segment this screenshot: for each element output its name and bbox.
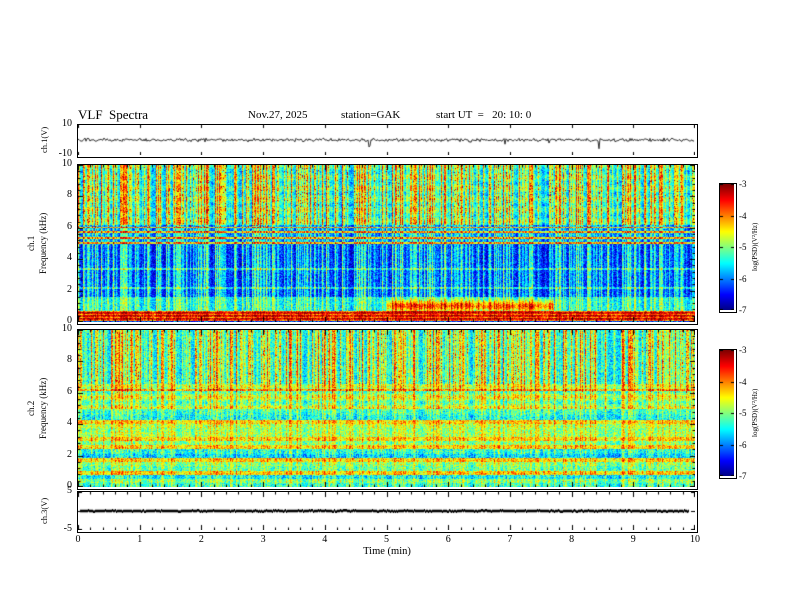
ch1-spectrogram-canvas [78,165,695,322]
xtick-8: 8 [569,534,575,545]
spec1-ytick-6: 6 [67,220,72,232]
ch1-wave-ytick-max: 10 [62,118,72,129]
figure-station: station=GAK [341,109,401,121]
colorbar-1-canvas [720,184,734,310]
spec1-ytick-4: 4 [67,252,72,264]
colorbar-2 [719,349,737,479]
ch3-waveform-canvas [78,492,695,530]
xtick-2: 2 [198,534,204,545]
xtick-1: 1 [137,534,143,545]
xaxis-title: Time (min) [363,546,411,557]
xtick-5: 5 [384,534,389,545]
xtick-7: 7 [507,534,513,545]
spec1-channel-label: ch.1 [26,235,36,252]
ch1-waveform-canvas [78,125,695,155]
cb1-tick--7: -7 [739,305,747,315]
figure-start-ut: start UT = 20: 10: 0 [436,109,532,121]
spec2-ytick-4: 4 [67,417,72,429]
colorbar-2-canvas [720,350,734,476]
spec2-ytick-6: 6 [67,385,72,397]
xtick-6: 6 [445,534,451,545]
cb2-tick--7: -7 [739,471,747,481]
xtick-3: 3 [260,534,266,545]
cb1-tick--5: -5 [739,242,747,252]
cb2-tick--6: -6 [739,439,747,450]
ch3-ytick-max: 5 [67,485,72,496]
vlf-spectra-figure: VLF Spectra Nov.27, 2025 station=GAK sta… [0,0,792,612]
xtick-9: 9 [630,534,636,545]
cb1-tick--4: -4 [739,210,747,221]
xtick-10: 10 [690,534,700,545]
cb1-tick--6: -6 [739,273,747,284]
ch2-spectrogram-canvas [78,330,695,487]
spec1-ytick-2: 2 [67,283,72,295]
spec1-ytick-8: 8 [67,189,72,201]
ch2-spectrogram-panel [77,329,698,490]
figure-date: Nov.27, 2025 [248,109,308,121]
cb2-tick--3: -3 [739,345,747,355]
cb2-tick--4: -4 [739,376,747,387]
spec2-freq-label: Frequency (kHz) [38,377,48,440]
ch1-waveform-panel [77,124,698,158]
colorbar-1 [719,183,737,313]
spec2-ytick-2: 2 [67,448,72,460]
cb1-tick--3: -3 [739,179,747,189]
spec2-channel-label: ch.2 [26,400,36,417]
ch1-spectrogram-panel [77,164,698,325]
xtick-0: 0 [75,534,81,545]
cb2-tick--5: -5 [739,408,747,418]
ch3-waveform-panel [77,491,698,533]
spec1-freq-label: Frequency (kHz) [38,212,48,275]
xtick-4: 4 [322,534,328,545]
ch1-wave-ytick-min: -10 [58,148,72,159]
spec2-ytick-8: 8 [67,354,72,366]
spec2-ytick-10: 10 [62,323,72,334]
figure-title: VLF Spectra [78,107,149,122]
